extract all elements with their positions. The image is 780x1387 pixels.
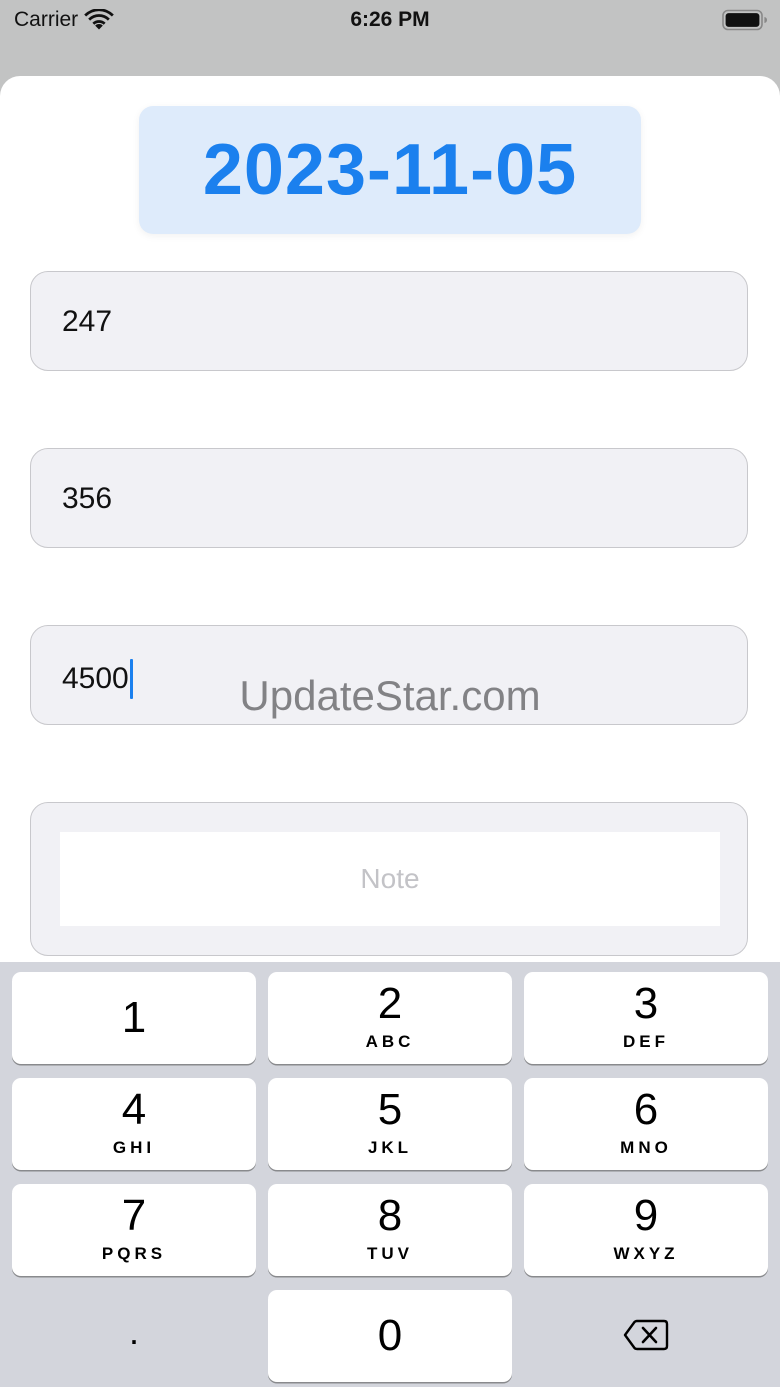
key-3-letters: DEF [623, 1032, 669, 1051]
key-2-letters: ABC [365, 1032, 415, 1051]
key-3[interactable]: 3 DEF [524, 972, 768, 1064]
key-7[interactable]: 7 PQRS [12, 1184, 256, 1276]
field-1-value: 247 [62, 305, 112, 339]
value-field-3[interactable]: 4500 [30, 625, 748, 725]
key-9[interactable]: 9 WXYZ [524, 1184, 768, 1276]
key-4-letters: GHI [112, 1138, 156, 1157]
field-2-text: 356 [62, 482, 113, 515]
key-8-letters: TUV [367, 1244, 413, 1263]
key-6[interactable]: 6 MNO [524, 1078, 768, 1170]
key-0-digit: 0 [377, 1311, 403, 1360]
key-0[interactable]: 0 [268, 1290, 512, 1382]
key-4-digit: 4 [121, 1085, 147, 1134]
date-label: 2023-11-05 [202, 130, 578, 210]
key-decimal-label: . [128, 1311, 139, 1352]
key-5[interactable]: 5 JKL [268, 1078, 512, 1170]
note-placeholder: Note [360, 863, 420, 894]
key-1[interactable]: 1 [12, 972, 256, 1064]
key-6-letters: MNO [620, 1138, 672, 1157]
field-3-value: 4500 [62, 659, 133, 699]
note-input[interactable]: Note [60, 832, 720, 926]
key-4[interactable]: 4 GHI [12, 1078, 256, 1170]
note-field[interactable]: Note [30, 802, 748, 956]
value-field-1[interactable]: 247 [30, 271, 748, 371]
key-6-digit: 6 [633, 1085, 659, 1134]
key-8-digit: 8 [377, 1191, 403, 1240]
key-1-digit: 1 [121, 993, 147, 1042]
status-bar: Carrier 6:26 PM [0, 0, 780, 44]
key-2[interactable]: 2 ABC [268, 972, 512, 1064]
key-3-digit: 3 [633, 979, 659, 1028]
key-9-digit: 9 [633, 1191, 659, 1240]
field-2-value: 356 [62, 482, 112, 516]
field-1-text: 247 [62, 305, 113, 338]
status-time: 6:26 PM [350, 8, 430, 31]
key-2-digit: 2 [377, 979, 403, 1028]
key-8[interactable]: 8 TUV [268, 1184, 512, 1276]
value-field-2[interactable]: 356 [30, 448, 748, 548]
number-keypad: 1 2 ABC 3 DEF 4 GHI 5 JKL 6 MNO 7 PQRS 8… [0, 962, 780, 1387]
date-selector[interactable]: 2023-11-05 [139, 106, 641, 234]
key-7-letters: PQRS [101, 1244, 167, 1263]
battery-icon [722, 9, 767, 31]
key-7-digit: 7 [121, 1191, 147, 1240]
key-9-letters: WXYZ [613, 1244, 679, 1263]
field-3-text: 4500 [62, 662, 129, 695]
text-cursor [129, 659, 133, 699]
key-5-letters: JKL [367, 1138, 413, 1157]
key-decimal[interactable]: . [12, 1290, 256, 1382]
key-delete[interactable] [524, 1290, 768, 1382]
key-5-digit: 5 [377, 1085, 403, 1134]
delete-backspace-icon [623, 1319, 669, 1351]
